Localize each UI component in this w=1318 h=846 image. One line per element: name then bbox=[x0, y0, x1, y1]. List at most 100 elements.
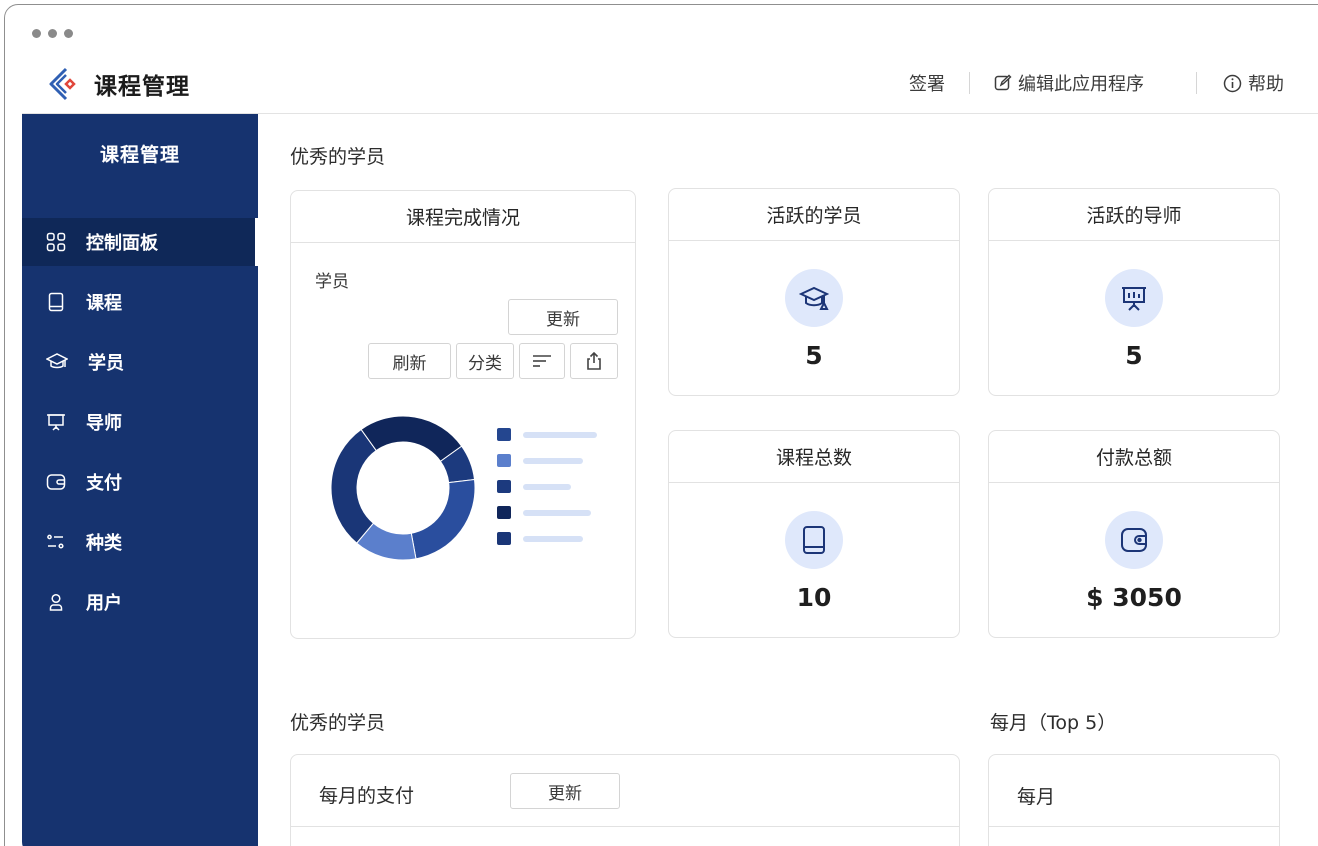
edit-app-link[interactable]: 编辑此应用程序 bbox=[994, 70, 1144, 96]
stat-icon-circle bbox=[1105, 511, 1163, 569]
sidebar-item-label: 课程 bbox=[86, 293, 122, 314]
graduation-cap-icon bbox=[799, 286, 829, 310]
course-completion-card: 课程完成情况 学员 更新 刷新 分类 bbox=[290, 190, 636, 639]
legend-item[interactable] bbox=[497, 428, 597, 441]
sign-link[interactable]: 签署 bbox=[909, 70, 945, 96]
section-title: 优秀的学员 bbox=[290, 146, 386, 168]
legend-placeholder bbox=[523, 431, 597, 438]
section-title: 优秀的学员 bbox=[290, 712, 386, 734]
legend-item[interactable] bbox=[497, 480, 571, 493]
donut-slice[interactable] bbox=[330, 428, 377, 544]
card-title: 活跃的学员 bbox=[669, 189, 959, 241]
monthly-payments-card: 每月的支付 更新 bbox=[290, 754, 960, 846]
monthly-top5-card: 每月 bbox=[988, 754, 1280, 846]
presentation-board-icon bbox=[47, 414, 65, 431]
section-title: 每月（Top 5） bbox=[990, 712, 1117, 734]
sidebar-item-dashboard[interactable]: 控制面板 bbox=[22, 218, 258, 266]
sidebar-item-label: 学员 bbox=[88, 353, 124, 374]
legend-item[interactable] bbox=[497, 532, 583, 545]
edit-icon bbox=[994, 74, 1012, 91]
sidebar-item-users[interactable]: 用户 bbox=[22, 578, 258, 626]
window-dot[interactable] bbox=[64, 29, 73, 38]
donut-chart bbox=[330, 415, 476, 561]
category-button[interactable]: 分类 bbox=[456, 343, 514, 379]
sidebar-item-payments[interactable]: 支付 bbox=[22, 458, 258, 506]
legend-item[interactable] bbox=[497, 506, 591, 519]
legend-swatch bbox=[497, 480, 511, 493]
stat-icon-circle bbox=[1105, 269, 1163, 327]
app-title: 课程管理 bbox=[94, 74, 190, 100]
sidebar-item-label: 支付 bbox=[86, 473, 122, 494]
legend-placeholder bbox=[523, 457, 583, 464]
chart-subtitle: 学员 bbox=[315, 272, 349, 292]
legend-placeholder bbox=[523, 483, 571, 490]
sidebar-item-label: 控制面板 bbox=[86, 233, 158, 254]
legend-swatch bbox=[497, 428, 511, 441]
top-bar: 课程管理 签署 编辑此应用程序 帮助 bbox=[22, 60, 1318, 114]
share-icon bbox=[587, 351, 601, 370]
sidebar-item-courses[interactable]: 课程 bbox=[22, 278, 258, 326]
total-payments-card: 付款总额 $ 3050 bbox=[988, 430, 1280, 638]
main-content: 优秀的学员 课程完成情况 学员 更新 刷新 分类 活跃的学员 5 活跃的导师 5… bbox=[258, 114, 1318, 846]
sidebar: 课程管理 控制面板 课程 学员 导师 支付 种类 用户 bbox=[22, 114, 258, 846]
sidebar-item-label: 导师 bbox=[86, 413, 122, 434]
legend-swatch bbox=[497, 506, 511, 519]
sidebar-item-label: 种类 bbox=[86, 533, 122, 554]
grid-icon bbox=[46, 232, 66, 252]
top-actions: 签署 编辑此应用程序 帮助 bbox=[909, 70, 1284, 96]
card-title: 每月 bbox=[1017, 786, 1056, 808]
window-dot[interactable] bbox=[48, 29, 57, 38]
stat-icon-circle bbox=[785, 269, 843, 327]
sort-button[interactable] bbox=[519, 343, 565, 379]
sidebar-nav: 控制面板 课程 学员 导师 支付 种类 用户 bbox=[22, 218, 258, 638]
book-icon bbox=[803, 526, 825, 554]
wallet-icon bbox=[46, 474, 66, 490]
active-tutors-card: 活跃的导师 5 bbox=[988, 188, 1280, 396]
card-header: 每月 bbox=[989, 755, 1279, 827]
categories-icon bbox=[47, 534, 64, 549]
legend-placeholder bbox=[523, 535, 583, 542]
active-students-card: 活跃的学员 5 bbox=[668, 188, 960, 396]
legend-swatch bbox=[497, 532, 511, 545]
sidebar-item-tutors[interactable]: 导师 bbox=[22, 398, 258, 446]
card-title: 付款总额 bbox=[989, 431, 1279, 483]
refresh-button[interactable]: 刷新 bbox=[368, 343, 451, 379]
divider bbox=[1196, 72, 1197, 94]
sidebar-item-categories[interactable]: 种类 bbox=[22, 518, 258, 566]
stat-icon-circle bbox=[785, 511, 843, 569]
update-button[interactable]: 更新 bbox=[508, 299, 618, 335]
card-header: 每月的支付 更新 bbox=[291, 755, 959, 827]
info-icon bbox=[1223, 74, 1242, 92]
update-button[interactable]: 更新 bbox=[510, 773, 620, 809]
window-dot[interactable] bbox=[32, 29, 41, 38]
book-icon bbox=[48, 292, 64, 312]
divider bbox=[969, 72, 970, 94]
user-icon bbox=[49, 593, 63, 611]
card-title: 课程完成情况 bbox=[291, 191, 635, 243]
help-label: 帮助 bbox=[1248, 74, 1284, 95]
legend-placeholder bbox=[523, 509, 591, 516]
stat-value: $ 3050 bbox=[1086, 583, 1182, 612]
donut-slice[interactable] bbox=[410, 478, 476, 560]
stat-value: 10 bbox=[796, 583, 832, 612]
brand[interactable]: 课程管理 bbox=[48, 66, 190, 102]
sidebar-item-students[interactable]: 学员 bbox=[22, 338, 258, 386]
card-title: 课程总数 bbox=[669, 431, 959, 483]
total-courses-card: 课程总数 10 bbox=[668, 430, 960, 638]
help-link[interactable]: 帮助 bbox=[1223, 70, 1284, 96]
app-logo-icon bbox=[49, 67, 76, 101]
legend-swatch bbox=[497, 454, 511, 467]
stat-value: 5 bbox=[1125, 341, 1143, 370]
share-button[interactable] bbox=[570, 343, 618, 379]
stat-value: 5 bbox=[805, 341, 823, 370]
graduation-cap-icon bbox=[46, 353, 68, 369]
donut-slice[interactable] bbox=[360, 415, 463, 462]
card-title: 活跃的导师 bbox=[989, 189, 1279, 241]
sidebar-title: 课程管理 bbox=[99, 144, 180, 166]
edit-app-label: 编辑此应用程序 bbox=[1018, 74, 1144, 95]
presentation-board-icon bbox=[1122, 287, 1146, 311]
sort-icon bbox=[533, 355, 551, 367]
wallet-icon bbox=[1121, 528, 1147, 552]
card-title: 每月的支付 bbox=[319, 785, 415, 807]
legend-item[interactable] bbox=[497, 454, 583, 467]
